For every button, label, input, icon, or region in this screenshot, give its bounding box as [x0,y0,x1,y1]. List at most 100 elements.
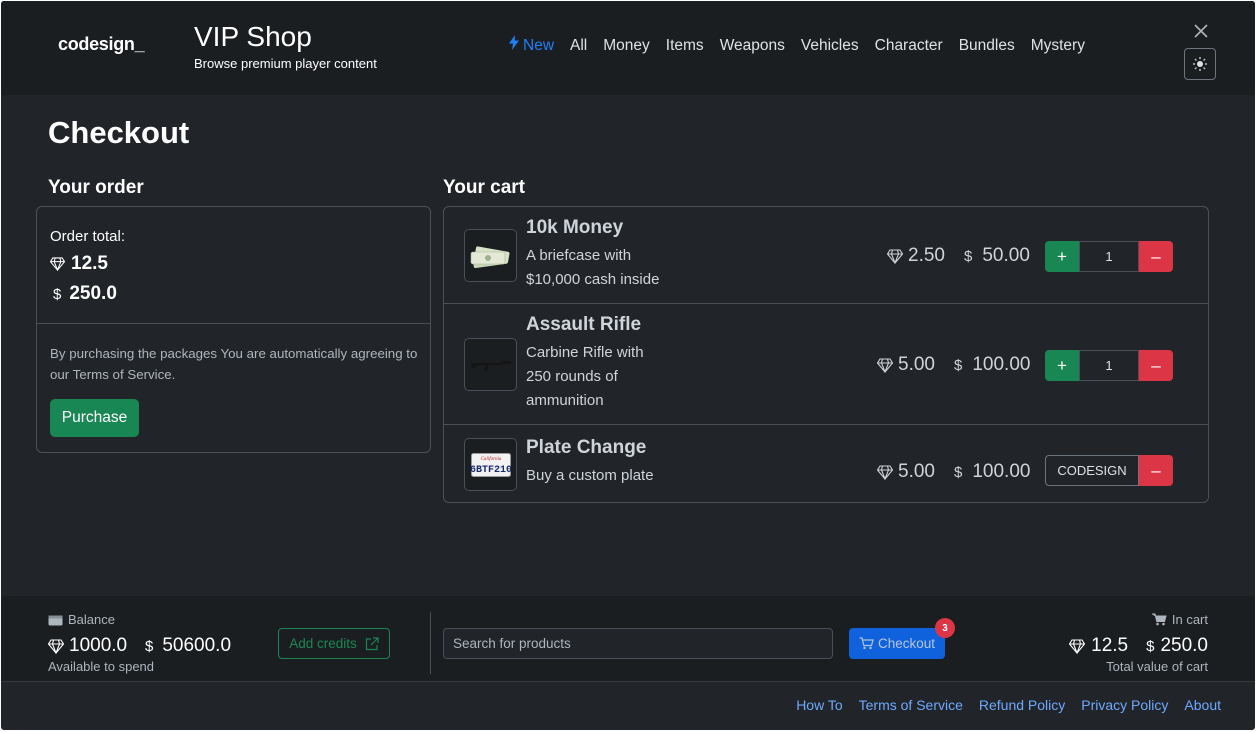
quantity-stepper: + – [1045,241,1173,272]
nav-item-label: Character [874,36,943,54]
quantity-input[interactable] [1079,350,1139,381]
nav-item-vehicles[interactable]: Vehicles [793,35,867,56]
plate-text: 6BTF210 [471,465,511,476]
diamond-icon [877,464,893,480]
divider [430,612,431,674]
money-stack-icon [464,229,517,282]
item-name: Assault Rifle [526,314,642,335]
cart-count-badge: 3 [935,618,955,638]
balance-subtext: Available to spend [48,659,155,674]
quantity-input[interactable] [1079,241,1139,272]
footer-link-how-to[interactable]: How To [796,697,842,713]
nav-item-label: All [570,36,588,54]
quantity-stepper: + – [1045,350,1173,381]
bottom-bar: Balance 1000.0 $ 50600.0 Available to sp… [1,596,1255,682]
dollar-icon: $ [1146,637,1155,655]
app-window: codesign_ VIP Shop Browse premium player… [1,1,1255,730]
nav-item-all[interactable]: All [562,35,595,56]
nav-item-label: Weapons [719,36,785,54]
app-subtitle: Browse premium player content [194,56,377,71]
add-credits-label: Add credits [289,636,357,651]
title-block: VIP Shop Browse premium player content [194,21,377,71]
terms-notice: By purchasing the packages You are autom… [50,346,418,382]
order-gem-value: 12.5 [71,253,108,274]
dollar-icon: $ [145,637,154,655]
dollar-icon: $ [954,356,963,374]
balance-usd: $ 50600.0 [145,635,231,657]
increase-quantity-button[interactable]: + [1045,350,1079,381]
nav-item-mystery[interactable]: Mystery [1023,35,1093,56]
nav-item-new[interactable]: New [501,35,562,56]
footer-link-terms[interactable]: Terms of Service [859,697,963,713]
order-usd-total: $ 250.0 [53,283,117,305]
nav-item-label: Mystery [1030,36,1085,54]
in-cart-label: In cart [1151,612,1208,627]
add-credits-button[interactable]: Add credits [278,628,390,659]
balance-label: Balance [48,612,115,627]
item-usd-price: $ 50.00 [964,245,1030,267]
license-plate-icon: California 6BTF210 [464,438,517,491]
nav-item-character[interactable]: Character [867,35,951,56]
nav-item-label: Vehicles [800,36,859,54]
app-title: VIP Shop [194,21,312,52]
balance-gem: 1000.0 [48,635,127,657]
in-cart-label-text: In cart [1171,612,1208,627]
remove-item-button[interactable]: – [1139,455,1173,486]
plate-input-group: – [1045,455,1173,486]
nav-item-label: Items [665,36,704,54]
footer-link-about[interactable]: About [1184,697,1221,713]
nav-item-items[interactable]: Items [658,35,712,56]
cart-icon [1151,613,1167,626]
usd-price-value: 100.00 [972,354,1031,375]
item-description: Carbine Rifle with 250 rounds of ammunit… [526,344,644,409]
cart-card: 10k Money A briefcase with $10,000 cash … [443,206,1209,503]
diamond-icon [887,248,903,264]
cart-row: Assault Rifle Carbine Rifle with 250 rou… [444,304,1208,425]
nav-item-money[interactable]: Money [595,35,658,56]
in-cart-gem: 12.5 [1069,635,1128,657]
nav-item-bundles[interactable]: Bundles [951,35,1023,56]
order-heading: Your order [48,177,144,198]
nav-item-label: New [523,36,555,54]
plate-text-input[interactable] [1045,455,1139,486]
order-summary-card: Order total: 12.5 $ 250.0 By purchasing … [36,206,431,453]
theme-toggle-button[interactable] [1184,48,1216,80]
header: codesign_ VIP Shop Browse premium player… [1,1,1255,95]
nav-item-weapons[interactable]: Weapons [712,35,793,56]
checkout-label: Checkout [877,636,936,651]
item-description: Buy a custom plate [526,467,654,484]
diamond-icon [1069,638,1086,654]
order-totals: Order total: 12.5 $ 250.0 [37,207,430,324]
balance-usd-value: 50600.0 [162,635,232,656]
balance-label-text: Balance [68,612,115,627]
wallet-icon [48,615,63,625]
sun-icon [1193,57,1207,71]
svg-text:California: California [480,457,501,462]
footer-link-refund[interactable]: Refund Policy [979,697,1065,713]
footer-links: How To Terms of Service Refund Policy Pr… [796,697,1221,713]
in-cart-values: 12.5 $ 250.0 [1069,635,1208,657]
cart-heading: Your cart [443,177,526,198]
dollar-icon: $ [954,463,963,481]
item-name: 10k Money [526,217,624,238]
usd-price-value: 100.00 [972,461,1031,482]
gem-price-value: 2.50 [908,245,945,266]
checkout-button[interactable]: Checkout [849,628,945,659]
purchase-button[interactable]: Purchase [50,399,139,437]
cart-icon [859,637,874,650]
item-usd-price: $ 100.00 [954,354,1030,376]
search-input[interactable] [443,628,833,659]
cart-row: California 6BTF210 Plate Change Buy a cu… [444,425,1208,503]
nav-item-label: Bundles [958,36,1015,54]
in-cart-usd-value: 250.0 [1160,635,1208,656]
dollar-icon: $ [964,247,973,265]
order-total-label: Order total: [50,228,126,245]
footer-link-privacy[interactable]: Privacy Policy [1081,697,1168,713]
increase-quantity-button[interactable]: + [1045,241,1079,272]
close-button[interactable] [1191,21,1211,41]
item-name: Plate Change [526,437,647,458]
diamond-icon [48,638,64,654]
lightning-icon [509,35,519,56]
remove-item-button[interactable]: – [1139,350,1173,381]
remove-item-button[interactable]: – [1139,241,1173,272]
